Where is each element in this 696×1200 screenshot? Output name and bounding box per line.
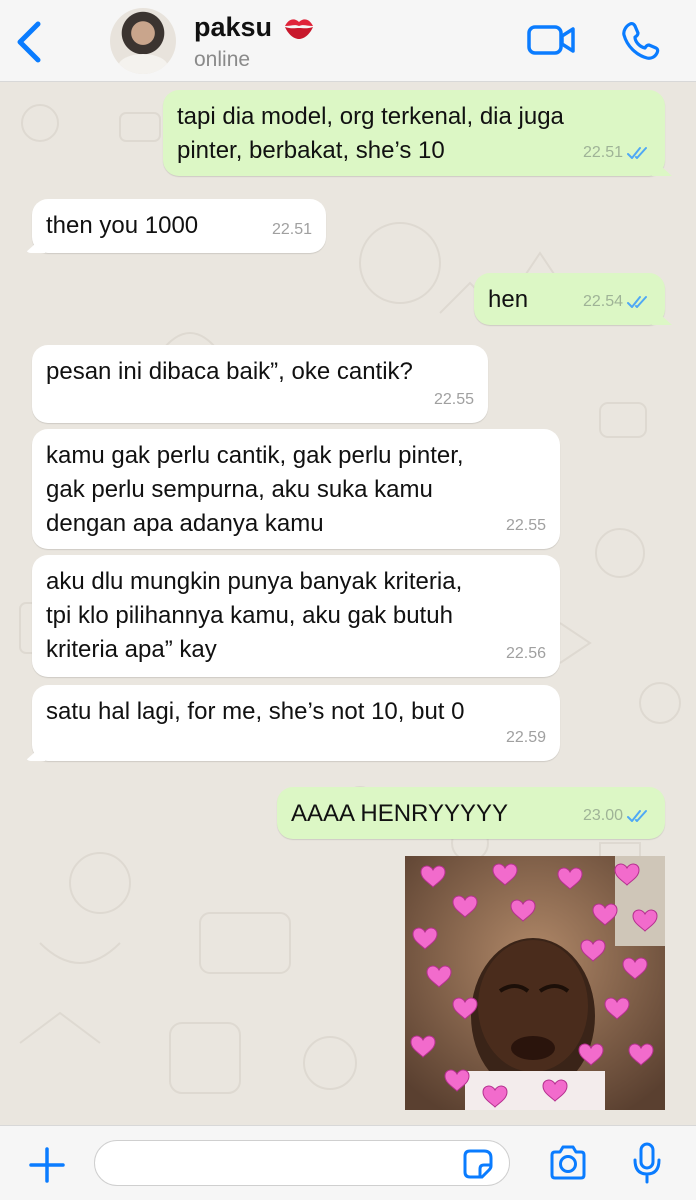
message-text: pesan ini dibaca baik”, oke cantik? [46, 358, 413, 385]
message-time: 22.51 [582, 144, 623, 161]
message-time: 22.56 [505, 645, 546, 662]
contact-avatar[interactable] [110, 8, 176, 74]
message-meta: 22.54 [583, 285, 651, 319]
message-time: 22.55 [433, 391, 474, 408]
message-time: 23.00 [582, 807, 623, 824]
message-time: 22.55 [505, 517, 546, 534]
message-meta: 22.55 [434, 383, 474, 417]
incoming-message[interactable]: then you 1000 22.51 [32, 199, 326, 253]
message-text: tapi dia model, org terkenal, dia juga p… [177, 103, 564, 164]
message-text: kamu gak perlu cantik, gak perlu pinter,… [46, 442, 464, 537]
double-check-read-icon [627, 296, 647, 308]
incoming-message[interactable]: kamu gak perlu cantik, gak perlu pinter,… [32, 429, 560, 549]
message-text: aku dlu mungkin punya banyak kriteria, t… [46, 568, 463, 663]
message-meta: 23.00 [583, 799, 651, 833]
incoming-message[interactable]: pesan ini dibaca baik”, oke cantik? 22.5… [32, 345, 488, 423]
phone-call-icon[interactable] [620, 20, 660, 62]
chat-header: paksu online [0, 0, 696, 82]
outgoing-message[interactable]: AAAA HENRYYYYY 23.00 [277, 787, 665, 839]
back-chevron-icon[interactable] [12, 20, 46, 64]
video-call-icon[interactable] [526, 22, 576, 58]
crying-hearts-sticker[interactable] [405, 856, 665, 1110]
plus-icon[interactable] [28, 1146, 66, 1184]
outgoing-message[interactable]: hen 22.54 [474, 273, 665, 325]
message-time: 22.59 [505, 729, 546, 746]
chat-area[interactable]: tapi dia model, org terkenal, dia juga p… [0, 83, 696, 1125]
message-input[interactable] [94, 1140, 510, 1186]
message-meta: 22.59 [506, 721, 546, 755]
microphone-icon[interactable] [632, 1142, 662, 1184]
outgoing-message[interactable]: tapi dia model, org terkenal, dia juga p… [163, 90, 665, 176]
incoming-message[interactable]: satu hal lagi, for me, she’s not 10, but… [32, 685, 560, 761]
sticker-icon[interactable] [462, 1148, 494, 1180]
kiss-mark-icon [285, 19, 313, 39]
incoming-message[interactable]: aku dlu mungkin punya banyak kriteria, t… [32, 555, 560, 677]
message-meta: 22.51 [272, 213, 312, 247]
message-meta: 22.55 [506, 509, 546, 543]
composer-bar [0, 1125, 696, 1200]
double-check-read-icon [627, 147, 647, 159]
message-meta: 22.56 [506, 637, 546, 671]
camera-icon[interactable] [548, 1144, 588, 1182]
double-check-read-icon [627, 810, 647, 822]
message-meta: 22.51 [583, 136, 651, 170]
contact-status: online [194, 48, 251, 71]
message-text: satu hal lagi, for me, she’s not 10, but… [46, 698, 465, 725]
message-time: 22.51 [271, 221, 312, 238]
contact-name[interactable]: paksu [194, 12, 272, 43]
message-time: 22.54 [582, 293, 623, 310]
